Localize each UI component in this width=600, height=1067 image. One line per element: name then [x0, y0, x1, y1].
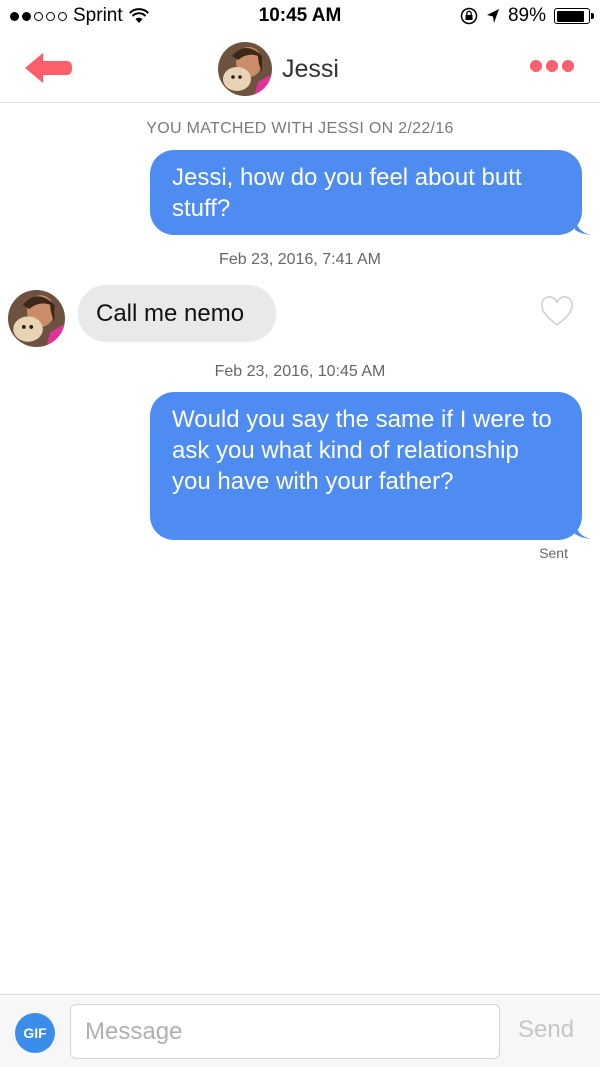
incoming-message[interactable]: Call me nemo [78, 285, 276, 342]
location-arrow-icon [486, 9, 499, 23]
back-arrow-icon[interactable] [22, 48, 74, 88]
message-timestamp: Feb 23, 2016, 7:41 AM [219, 251, 381, 268]
outgoing-message[interactable]: Would you say the same if I were to ask … [150, 392, 582, 540]
battery-percent: 89% [507, 5, 546, 26]
chat-header: Jessi [0, 34, 600, 103]
rotation-lock-icon [460, 7, 478, 25]
outgoing-message[interactable]: Jessi, how do you feel about butt stuff? [150, 150, 582, 235]
match-notice: YOU MATCHED WITH JESSI ON 2/22/16 [146, 120, 454, 137]
bubble-tail [575, 218, 591, 235]
message-input[interactable] [70, 1004, 500, 1059]
contact-avatar[interactable] [218, 42, 272, 96]
chat-screen: Sprint 10:45 AM 89% Jessi YOU MATCHED WI… [0, 0, 600, 1067]
contact-name: Jessi [282, 54, 339, 83]
contact-avatar[interactable] [8, 290, 65, 347]
message-timestamp: Feb 23, 2016, 10:45 AM [214, 363, 386, 380]
battery-icon [554, 8, 594, 24]
gif-button[interactable]: GIF [15, 1013, 55, 1053]
status-right: 89% [460, 5, 594, 27]
bubble-tail [575, 522, 591, 539]
contact-info[interactable]: Jessi [218, 42, 339, 96]
send-button[interactable]: Send [518, 1016, 574, 1044]
heart-icon[interactable] [540, 296, 574, 328]
status-bar: Sprint 10:45 AM 89% [0, 0, 600, 34]
sent-status: Sent [539, 545, 568, 561]
more-dots-icon[interactable] [530, 60, 574, 72]
message-composer: GIF Send [0, 994, 600, 1067]
